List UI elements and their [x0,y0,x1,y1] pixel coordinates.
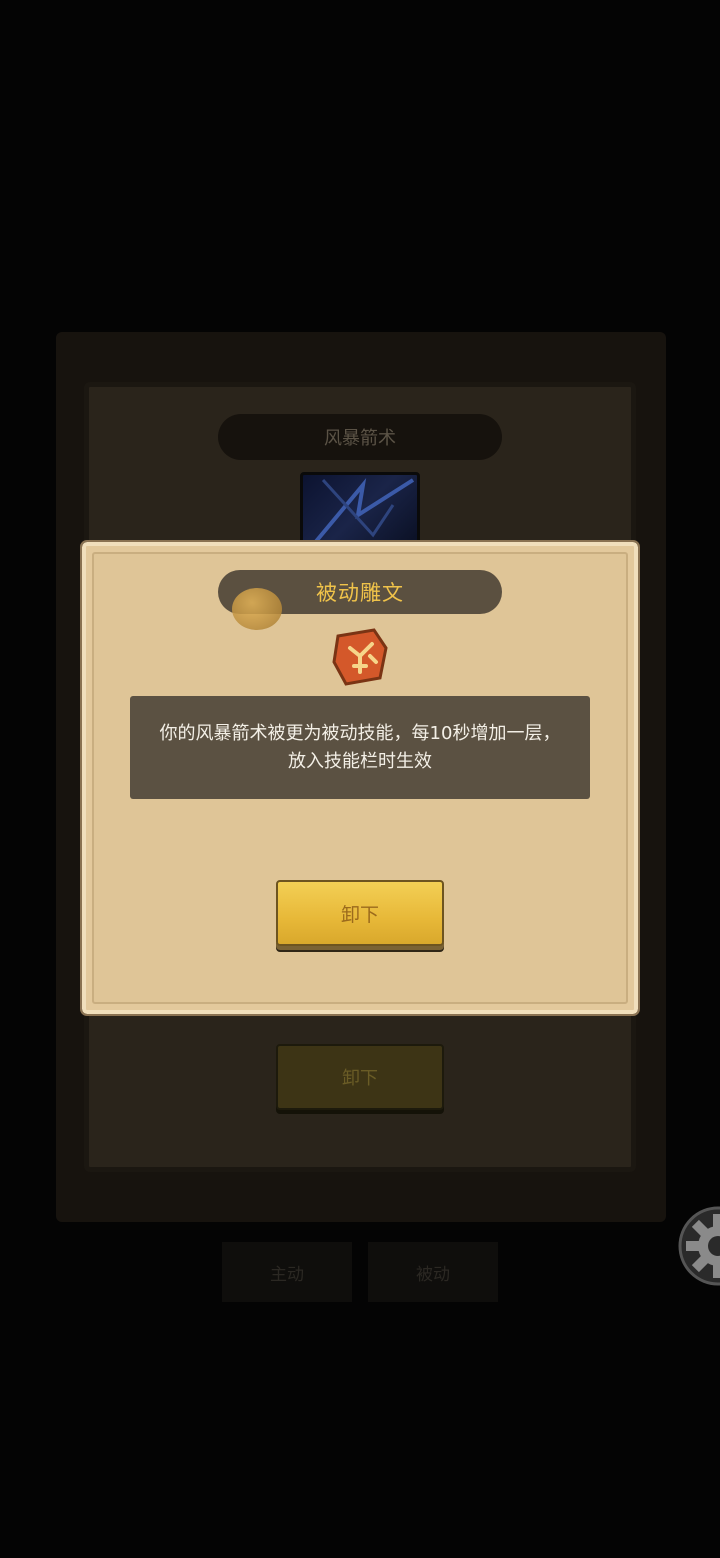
glyph-description: 你的风暴箭术被更为被动技能，每10秒增加一层，放入技能栏时生效 [130,696,590,799]
coin-icon [232,588,282,630]
background-unequip-button: 卸下 [276,1044,444,1110]
tab-passive: 被动 [368,1242,498,1302]
skill-card-image [300,472,420,552]
gear-icon [678,1206,720,1286]
background-skill-title: 风暴箭术 [218,414,502,460]
rune-glyph-icon [332,628,388,686]
tab-active: 主动 [222,1242,352,1302]
unequip-button[interactable]: 卸下 [276,880,444,946]
game-screen: 风暴箭术 卸下 主动 被动 被动雕文 你的风暴箭术被更为被动技能，每10秒增加一… [0,0,720,1558]
